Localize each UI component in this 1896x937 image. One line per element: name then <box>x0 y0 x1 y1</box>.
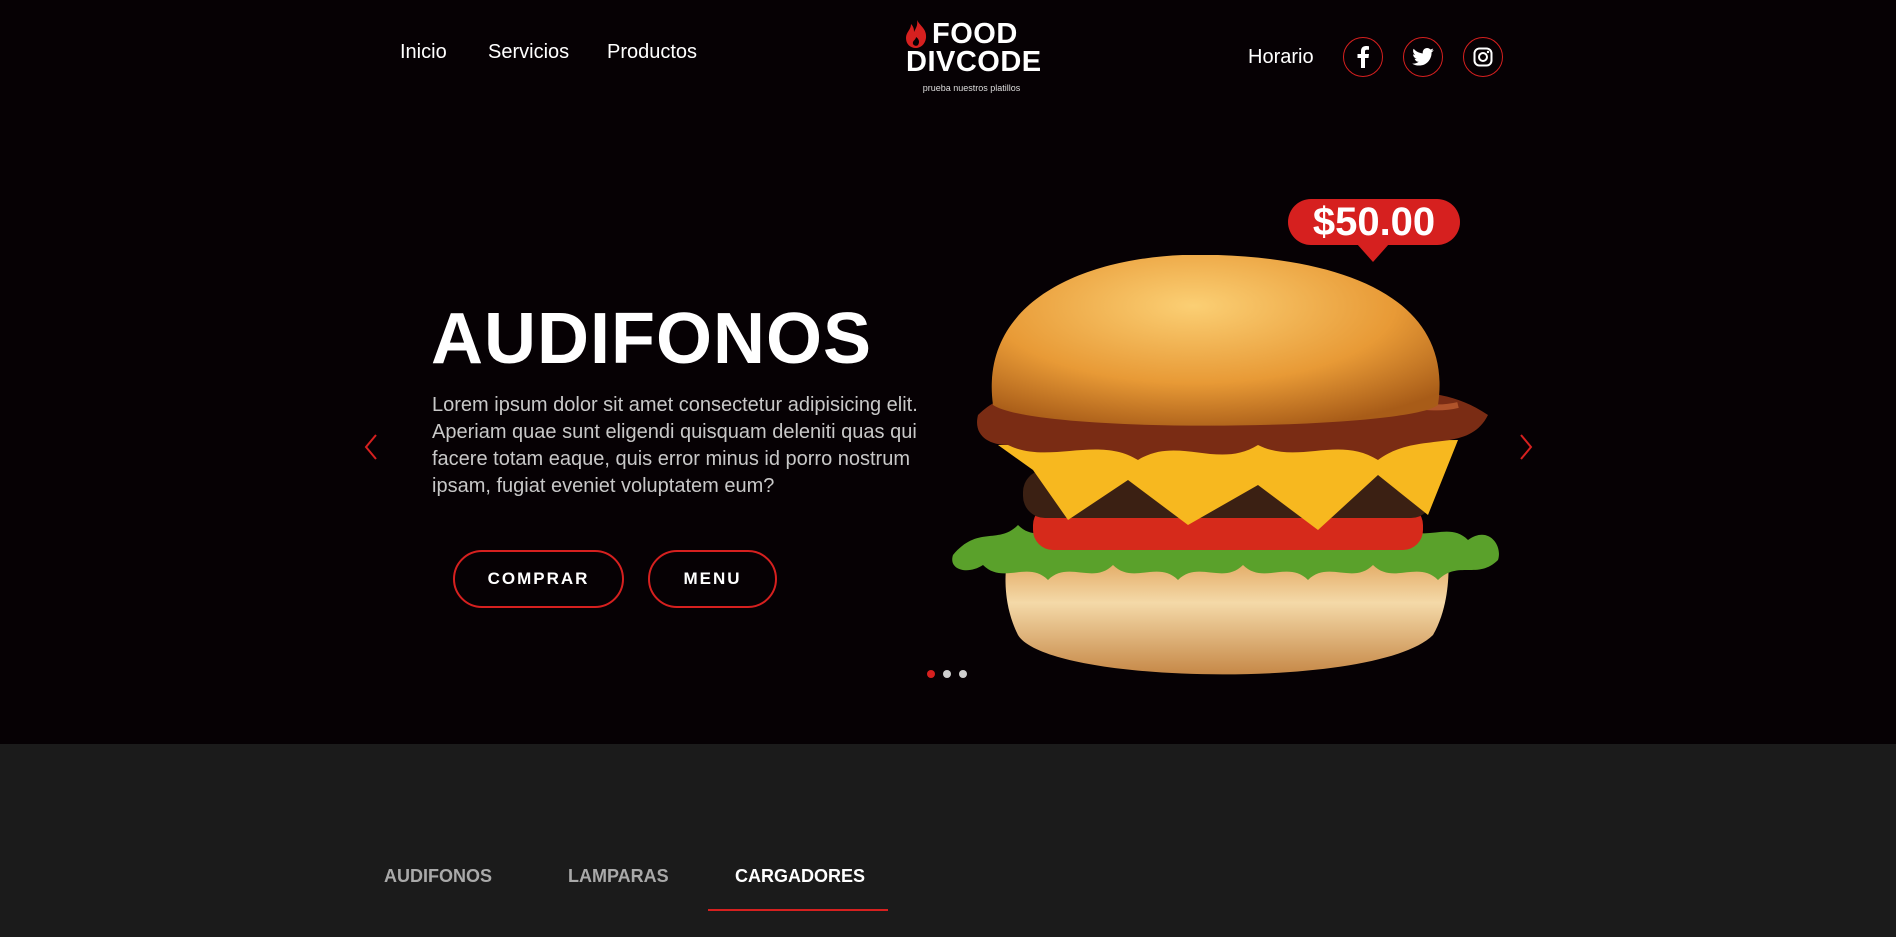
slide-dot-2[interactable] <box>943 670 951 678</box>
nav-item-productos[interactable]: Productos <box>607 41 697 64</box>
tab-cargadores[interactable]: CARGADORES <box>735 866 865 887</box>
logo-tagline: prueba nuestros platillos <box>922 83 1021 93</box>
price-badge-pointer <box>1357 244 1389 262</box>
logo-text-divcode: DIVCODE <box>906 46 1042 78</box>
menu-button[interactable]: MENU <box>648 550 777 608</box>
tab-lamparas[interactable]: LAMPARAS <box>568 866 669 887</box>
tab-audifonos[interactable]: AUDIFONOS <box>384 866 492 887</box>
slide-dot-1[interactable] <box>927 670 935 678</box>
twitter-button[interactable] <box>1403 37 1443 77</box>
nav-item-servicios[interactable]: Servicios <box>488 41 569 64</box>
chevron-right-icon[interactable] <box>1515 433 1535 461</box>
products-section <box>0 744 1896 937</box>
nav-item-inicio[interactable]: Inicio <box>400 41 447 64</box>
schedule-link[interactable]: Horario <box>1248 46 1314 69</box>
price-badge: $50.00 <box>1288 199 1460 245</box>
buy-button[interactable]: COMPRAR <box>453 550 624 608</box>
flame-icon <box>906 20 927 48</box>
hero-description: Lorem ipsum dolor sit amet consectetur a… <box>432 394 918 497</box>
instagram-icon <box>1473 47 1493 67</box>
logo-text-food: FOOD <box>932 18 1018 50</box>
twitter-icon <box>1412 48 1434 66</box>
hero-title: AUDIFONOS <box>431 299 872 379</box>
slide-dot-3[interactable] <box>959 670 967 678</box>
active-tab-indicator <box>708 909 888 911</box>
facebook-button[interactable] <box>1343 37 1383 77</box>
chevron-left-icon[interactable] <box>362 433 382 461</box>
facebook-icon <box>1357 46 1369 68</box>
burger-image <box>952 255 1499 675</box>
instagram-button[interactable] <box>1463 37 1503 77</box>
